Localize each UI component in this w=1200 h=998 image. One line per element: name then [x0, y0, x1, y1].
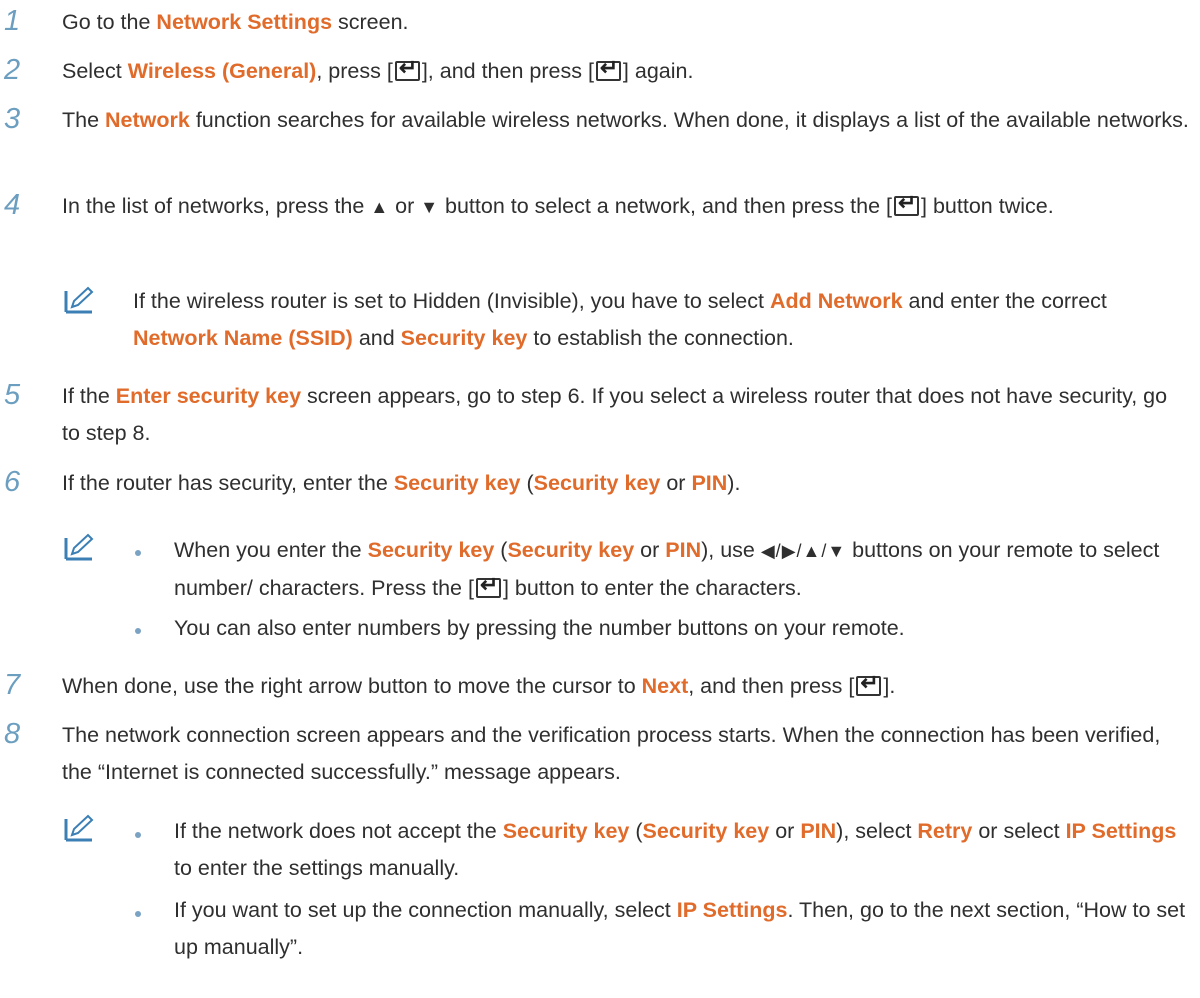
- menu-term: IP Settings: [676, 898, 788, 922]
- menu-term: Security key: [502, 819, 630, 843]
- step-text: function searches for available wireless…: [189, 108, 1189, 132]
- step-6: 6 If the router has security, enter the …: [4, 465, 1190, 502]
- note-retry: If the network does not accept the Secur…: [174, 813, 1190, 887]
- note-number-buttons: You can also enter numbers by pressing t…: [174, 610, 1190, 647]
- step-number: 5: [4, 379, 21, 411]
- step-text: If the router has security, enter the: [62, 471, 394, 495]
- enter-key-icon: [894, 188, 920, 218]
- menu-term: IP Settings: [1065, 819, 1177, 843]
- menu-term: Security key: [367, 538, 495, 562]
- manual-page: 1 Go to the Network Settings screen. 2 S…: [0, 0, 1200, 998]
- direction-arrows-icon: ◀/▶/▲/▼: [760, 541, 847, 561]
- menu-term: Enter security key: [115, 384, 302, 408]
- note-text: If you want to set up the connection man…: [174, 898, 677, 922]
- menu-term: Network: [105, 108, 190, 132]
- menu-term: Wireless (General): [127, 59, 317, 83]
- menu-term: Security key: [533, 471, 661, 495]
- menu-term: Security key: [400, 326, 528, 350]
- bullet-dot: [135, 550, 141, 556]
- step-number: 4: [4, 189, 21, 221]
- step-number: 6: [4, 466, 21, 498]
- bullet-dot: [135, 628, 141, 634]
- step-text: Go to the: [62, 10, 157, 34]
- note-text: to enter the settings manually.: [174, 856, 460, 880]
- step-text: In the list of networks, press the: [62, 194, 371, 218]
- note-text: (: [629, 819, 643, 843]
- step-text: The: [62, 108, 106, 132]
- note-text: or select: [972, 819, 1066, 843]
- menu-term: Next: [641, 674, 689, 698]
- step-text: The network connection screen appears an…: [62, 723, 1161, 784]
- step-7: 7 When done, use the right arrow button …: [4, 668, 1190, 705]
- bullet-dot: [135, 832, 141, 838]
- step-text: ].: [883, 674, 896, 698]
- step-text: or: [660, 471, 692, 495]
- note-text: ] button to enter the characters.: [502, 576, 802, 600]
- step-text: ).: [727, 471, 741, 495]
- step-text: , press [: [316, 59, 393, 83]
- enter-key-icon: [475, 570, 501, 600]
- note-text: When you enter the: [174, 538, 368, 562]
- note-pencil-icon: [64, 533, 94, 561]
- step-5: 5 If the Enter security key screen appea…: [4, 378, 1190, 452]
- step-text: If the: [62, 384, 116, 408]
- note-text: (: [494, 538, 508, 562]
- menu-term: Security key: [393, 471, 521, 495]
- down-arrow-icon: ▼: [420, 197, 440, 217]
- step-text: Select: [62, 59, 128, 83]
- note-text: and: [352, 326, 401, 350]
- note-text: ), select: [836, 819, 918, 843]
- menu-term: Security key: [642, 819, 770, 843]
- step-number: 2: [4, 54, 21, 86]
- step-text: or: [389, 194, 421, 218]
- step-number: 7: [4, 669, 21, 701]
- menu-term: Network Name (SSID): [133, 326, 353, 350]
- menu-term: PIN: [665, 538, 702, 562]
- step-text: ], and then press [: [421, 59, 594, 83]
- note-text: or: [769, 819, 801, 843]
- menu-term: Add Network: [769, 289, 903, 313]
- step-1: 1 Go to the Network Settings screen.: [4, 4, 1190, 41]
- step-4: 4 In the list of networks, press the ▲ o…: [4, 188, 1190, 226]
- step-3: 3 The Network function searches for avai…: [4, 102, 1190, 139]
- note-hidden-router: If the wireless router is set to Hidden …: [133, 283, 1190, 357]
- step-text: When done, use the right arrow button to…: [62, 674, 642, 698]
- step-number: 8: [4, 718, 21, 750]
- enter-key-icon: [856, 668, 882, 698]
- step-text: ] again.: [622, 59, 694, 83]
- menu-term: PIN: [800, 819, 837, 843]
- step-text: (: [520, 471, 534, 495]
- step-number: 3: [4, 103, 21, 135]
- enter-key-icon: [595, 53, 621, 83]
- note-text: ), use: [701, 538, 761, 562]
- menu-term: Network Settings: [156, 10, 333, 34]
- bullet-dot: [135, 911, 141, 917]
- note-manual-setup: If you want to set up the connection man…: [174, 892, 1190, 966]
- menu-term: Security key: [507, 538, 635, 562]
- note-text: If the network does not accept the: [174, 819, 503, 843]
- step-number: 1: [4, 5, 21, 37]
- step-text: ] button twice.: [921, 194, 1054, 218]
- step-text: button to select a network, and then pre…: [439, 194, 893, 218]
- note-text: and enter the correct: [902, 289, 1107, 313]
- menu-term: PIN: [691, 471, 728, 495]
- menu-term: Retry: [917, 819, 973, 843]
- enter-key-icon: [394, 53, 420, 83]
- step-2: 2 Select Wireless (General), press [ ], a…: [4, 53, 1190, 90]
- note-text: You can also enter numbers by pressing t…: [174, 616, 905, 640]
- step-text: , and then press [: [688, 674, 855, 698]
- note-text: or: [634, 538, 666, 562]
- note-security-key-entry: When you enter the Security key (Securit…: [174, 532, 1190, 607]
- note-pencil-icon: [64, 814, 94, 842]
- step-8: 8 The network connection screen appears …: [4, 717, 1190, 791]
- step-text: screen.: [332, 10, 409, 34]
- up-arrow-icon: ▲: [370, 197, 390, 217]
- note-text: to establish the connection.: [527, 326, 794, 350]
- note-text: If the wireless router is set to Hidden …: [133, 289, 770, 313]
- note-pencil-icon: [64, 286, 94, 314]
